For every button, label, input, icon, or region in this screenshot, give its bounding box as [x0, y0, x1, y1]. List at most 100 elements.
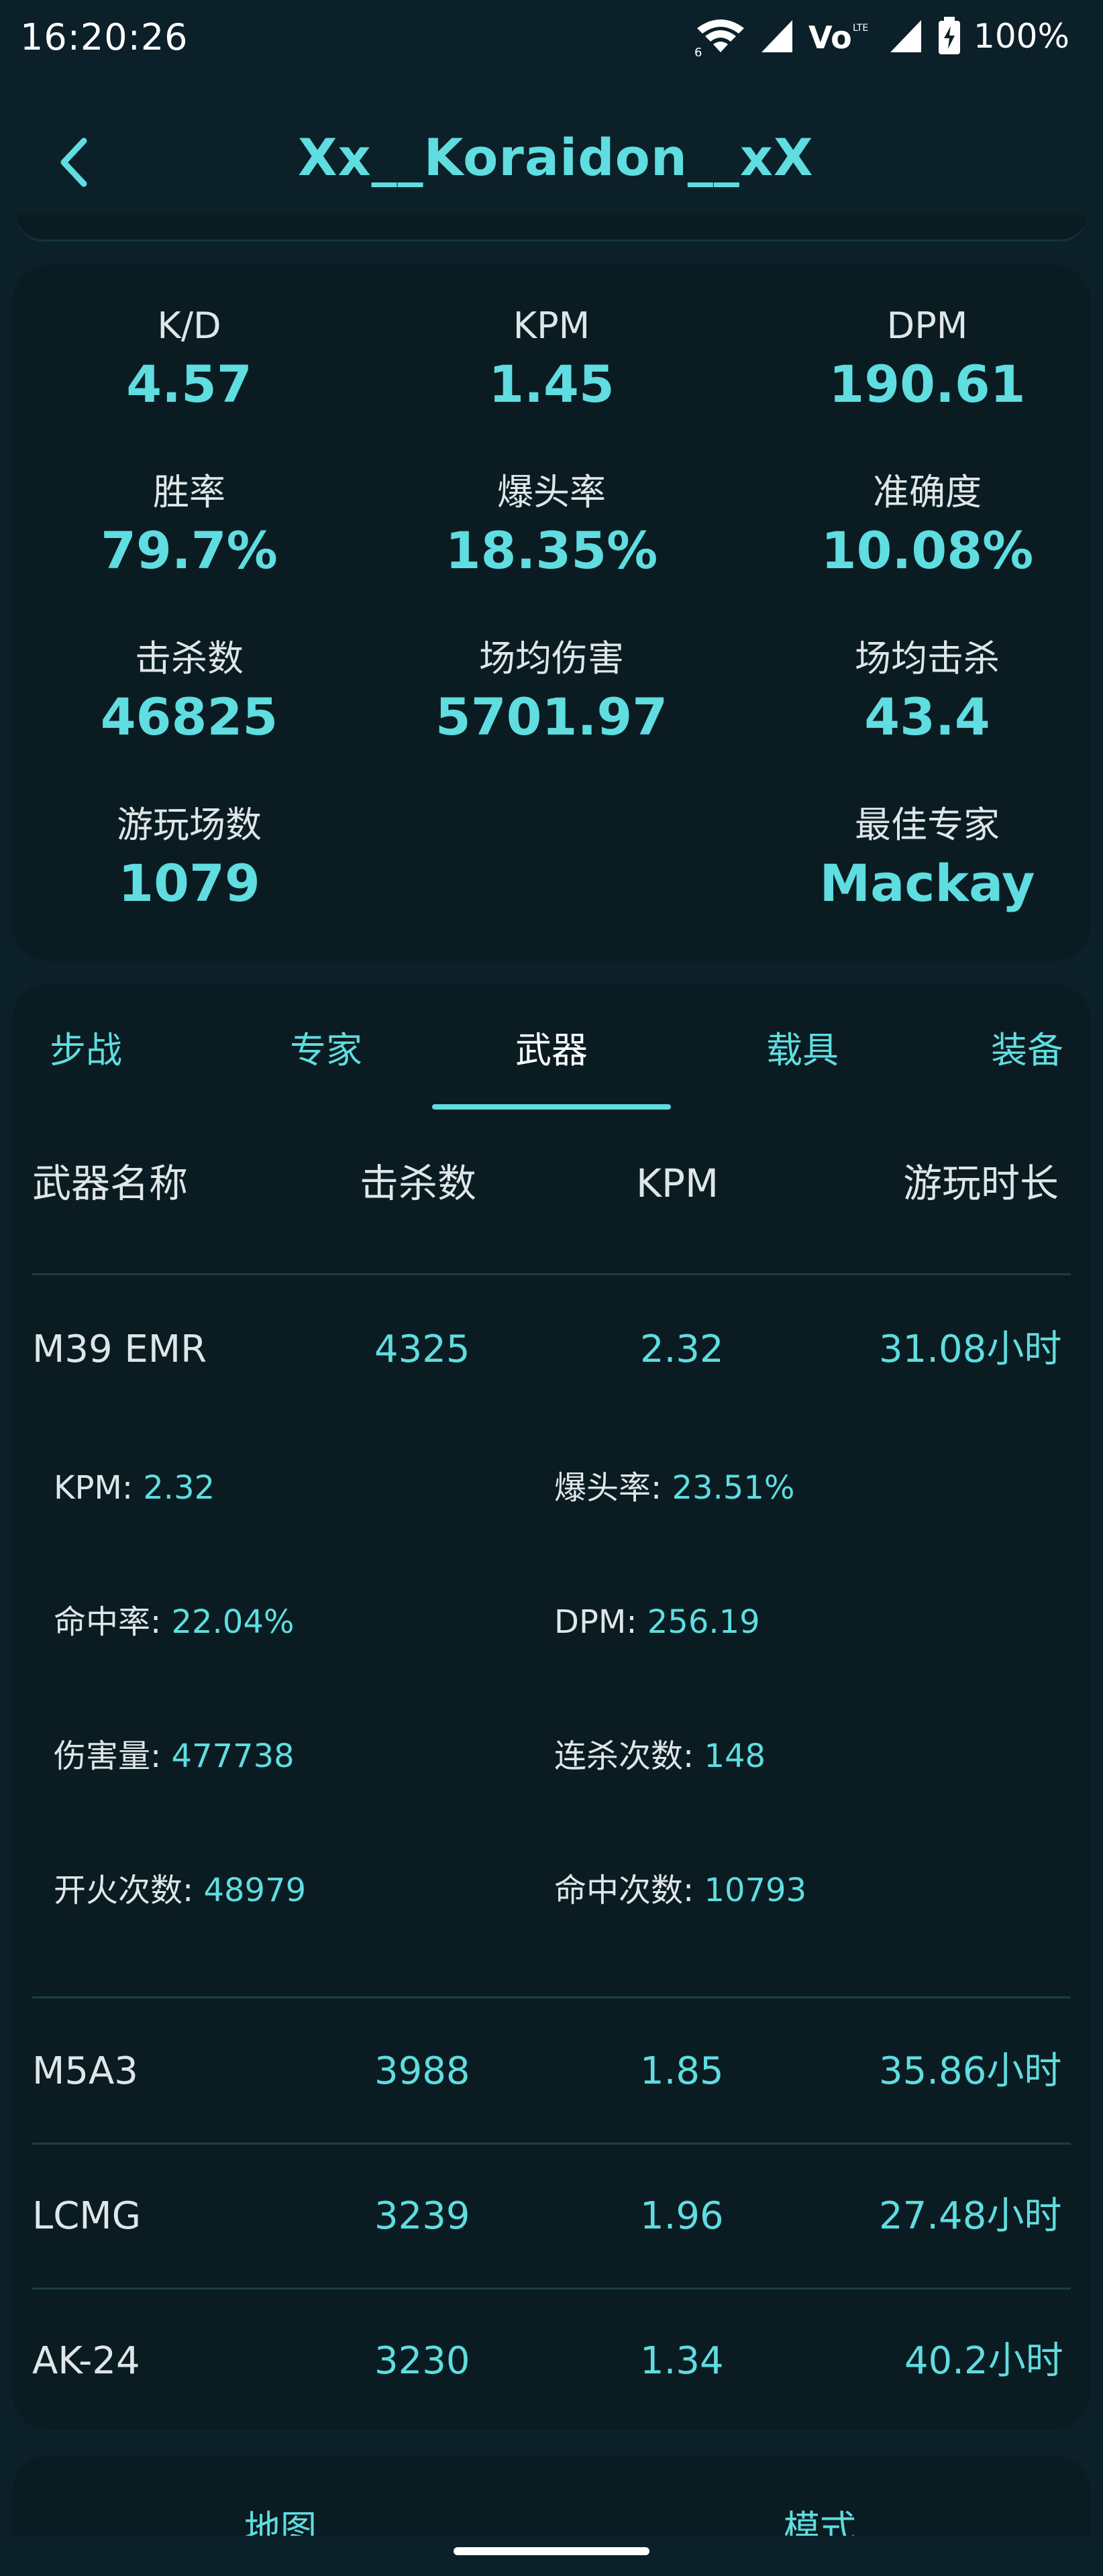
- stat-label: 击杀数: [135, 637, 244, 680]
- signal-icon: [761, 20, 793, 52]
- table-header: 武器名称 击杀数 KPM 游玩时长: [12, 1143, 1091, 1224]
- battery-charging-icon: [939, 17, 961, 54]
- stat-label: 场均击杀: [855, 637, 1000, 680]
- column-header-kills: 击杀数: [360, 1161, 477, 1206]
- chevron-left-icon: [60, 138, 87, 187]
- weapon-name: M5A3: [32, 2049, 138, 2093]
- weapon-name: LCMG: [32, 2194, 142, 2238]
- stat-kills: 击杀数 46825: [8, 634, 370, 751]
- stat-value: 5701.97: [435, 687, 668, 747]
- stat-kpm: KPM 1.45: [370, 301, 733, 418]
- stat-best-specialist: 最佳专家 Mackay: [746, 800, 1103, 917]
- detail-shots-hit: 命中次数: 10793: [554, 1864, 806, 1917]
- detail-damage: 伤害量: 477738: [54, 1729, 295, 1783]
- volte-label: Vo: [808, 19, 852, 56]
- tab-gadgets[interactable]: 装备: [963, 1017, 1091, 1084]
- previous-card-edge: [16, 215, 1087, 241]
- detail-value: 22.04%: [171, 1603, 295, 1641]
- detail-label: 命中次数:: [554, 1872, 704, 1909]
- back-button[interactable]: [47, 129, 101, 196]
- tab-vehicles[interactable]: 载具: [722, 1017, 883, 1084]
- status-bar: 16:20:26 6 Vo LTE 100%: [0, 0, 1103, 75]
- detail-value: 10793: [704, 1872, 807, 1909]
- lte-label: LTE: [853, 23, 868, 34]
- stat-value: 43.4: [864, 687, 990, 747]
- tab-infantry[interactable]: 步战: [25, 1017, 146, 1084]
- home-gesture-handle[interactable]: [454, 2547, 649, 2555]
- stat-value: 79.7%: [101, 521, 278, 580]
- detail-label: 爆头率:: [554, 1469, 672, 1507]
- stat-label: KPM: [513, 305, 590, 347]
- app-header: Xx__Koraidon__xX: [0, 75, 1103, 227]
- detail-kpm: KPM: 2.32: [54, 1461, 215, 1515]
- divider: [32, 2288, 1071, 2290]
- detail-value: 48979: [203, 1872, 307, 1909]
- stat-label: 胜率: [153, 471, 225, 513]
- stat-label: 准确度: [873, 471, 982, 513]
- weapon-name: M39 EMR: [32, 1328, 207, 1371]
- weapon-name: AK-24: [32, 2339, 140, 2383]
- stat-label: 场均伤害: [479, 637, 624, 680]
- stat-value: 190.61: [829, 354, 1026, 414]
- divider: [32, 2143, 1071, 2145]
- stat-value: 10.08%: [821, 521, 1034, 580]
- weapon-playtime: 35.86小时: [879, 2049, 1062, 2093]
- network-sub-label: 6: [694, 46, 702, 56]
- table-row[interactable]: LCMG 3239 1.96 27.48小时: [12, 2169, 1091, 2263]
- stat-dpm: DPM 190.61: [746, 301, 1103, 418]
- stat-value: 1079: [118, 853, 260, 913]
- active-tab-indicator: [432, 1104, 671, 1110]
- page-title: Xx__Koraidon__xX: [298, 127, 814, 187]
- detail-label: KPM:: [54, 1469, 144, 1507]
- weapon-kpm: 1.34: [640, 2339, 724, 2383]
- detail-dpm: DPM: 256.19: [554, 1595, 760, 1649]
- detail-shots-fired: 开火次数: 48979: [54, 1864, 306, 1917]
- stat-value: 46825: [100, 687, 278, 747]
- weapon-kpm: 1.96: [640, 2194, 724, 2238]
- stat-value: Mackay: [819, 853, 1035, 913]
- stat-avg-kills: 场均击杀 43.4: [746, 634, 1103, 751]
- stat-win-rate: 胜率 79.7%: [8, 468, 370, 584]
- stat-label: 游玩场数: [117, 804, 262, 846]
- detail-label: 开火次数:: [54, 1872, 204, 1909]
- stat-label: K/D: [157, 305, 221, 347]
- table-row[interactable]: AK-24 3230 1.34 40.2小时: [12, 2314, 1091, 2408]
- status-icons: 6 Vo LTE 100%: [694, 15, 1069, 58]
- column-header-kpm: KPM: [636, 1161, 719, 1206]
- table-row[interactable]: M39 EMR 4325 2.32 31.08小时: [12, 1303, 1091, 1397]
- tab-weapons[interactable]: 武器: [471, 1017, 632, 1084]
- divider: [32, 1273, 1071, 1275]
- stat-value: 1.45: [488, 354, 615, 414]
- weapon-kills: 3230: [374, 2339, 470, 2383]
- stat-avg-damage: 场均伤害 5701.97: [370, 634, 733, 751]
- weapon-playtime: 27.48小时: [879, 2194, 1062, 2238]
- weapon-playtime: 31.08小时: [879, 1328, 1062, 1371]
- stat-accuracy: 准确度 10.08%: [746, 468, 1103, 584]
- detail-value: 477738: [171, 1737, 295, 1775]
- stat-label: 爆头率: [497, 471, 606, 513]
- table-row[interactable]: M5A3 3988 1.85 35.86小时: [12, 2025, 1091, 2118]
- detail-label: 连杀次数:: [554, 1737, 704, 1775]
- weapon-kills: 3239: [374, 2194, 470, 2238]
- detail-hit-rate: 命中率: 22.04%: [54, 1595, 294, 1649]
- category-tabs: 步战 专家 武器 载具 装备: [12, 983, 1091, 1111]
- stat-kd: K/D 4.57: [8, 301, 370, 418]
- detail-value: 256.19: [647, 1603, 760, 1641]
- weapon-kpm: 2.32: [640, 1328, 724, 1371]
- detail-headshot-rate: 爆头率: 23.51%: [554, 1461, 794, 1515]
- battery-percent: 100%: [974, 17, 1069, 56]
- divider: [32, 1996, 1071, 1998]
- weapons-card: 步战 专家 武器 载具 装备 武器名称 击杀数 KPM 游玩时长 M39 EMR…: [12, 983, 1091, 2430]
- wifi-icon: 6: [694, 19, 745, 56]
- tab-specialists[interactable]: 专家: [246, 1017, 407, 1084]
- weapon-playtime: 40.2小时: [904, 2339, 1063, 2383]
- stat-label: DPM: [886, 305, 968, 347]
- weapon-kills: 4325: [374, 1328, 470, 1371]
- detail-multikills: 连杀次数: 148: [554, 1729, 766, 1783]
- stat-headshot-rate: 爆头率 18.35%: [370, 468, 733, 584]
- detail-label: 命中率:: [54, 1603, 172, 1641]
- detail-value: 2.32: [143, 1469, 215, 1507]
- signal-icon: [890, 20, 922, 52]
- detail-label: 伤害量:: [54, 1737, 172, 1775]
- column-header-playtime: 游玩时长: [903, 1161, 1059, 1206]
